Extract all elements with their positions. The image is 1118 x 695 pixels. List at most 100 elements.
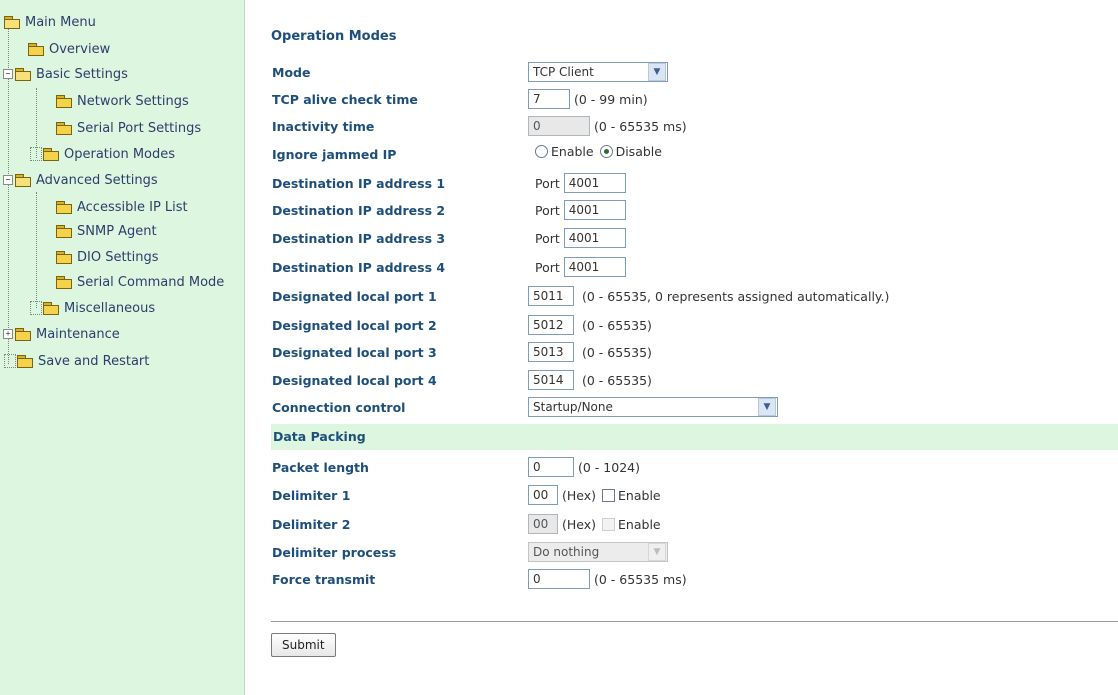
row-destination-ip-1: Destination IP address 1 Port 4001 bbox=[245, 172, 1118, 198]
selection-marker bbox=[30, 301, 42, 315]
destination-ip-3-port-label: Port bbox=[535, 230, 560, 246]
row-force-transmit: Force transmit 0 (0 - 65535 ms) bbox=[245, 568, 1118, 594]
sidebar-item-serial-port-settings[interactable]: Serial Port Settings bbox=[56, 117, 201, 139]
ignore-jammed-enable-label: Enable bbox=[551, 144, 594, 159]
sidebar-item-serial-command-mode[interactable]: Serial Command Mode bbox=[56, 271, 224, 293]
sidebar-item-advanced-settings[interactable]: − Advanced Settings bbox=[3, 169, 158, 191]
sidebar-item-overview[interactable]: Overview bbox=[28, 38, 110, 60]
inactivity-input: 0 bbox=[528, 116, 590, 136]
ignore-jammed-label: Ignore jammed IP bbox=[272, 147, 397, 162]
delimiter-1-enable-label: Enable bbox=[618, 487, 661, 503]
tree-line bbox=[36, 192, 37, 308]
tree-collapse-icon[interactable]: − bbox=[3, 69, 13, 79]
destination-ip-4-port-input[interactable]: 4001 bbox=[563, 257, 626, 277]
tree-collapse-icon[interactable]: − bbox=[3, 175, 13, 185]
force-transmit-label: Force transmit bbox=[272, 572, 376, 587]
data-packing-section: Data Packing bbox=[271, 424, 1118, 450]
sidebar-item-operation-modes[interactable]: Operation Modes bbox=[30, 143, 175, 165]
delimiter-1-input[interactable]: 00 bbox=[528, 485, 558, 505]
folder-icon bbox=[56, 95, 72, 108]
tcp-alive-input[interactable]: 7 bbox=[528, 89, 570, 109]
destination-ip-1-port-input[interactable]: 4001 bbox=[563, 173, 626, 193]
row-mode: Mode TCP Client ▼ bbox=[245, 61, 1118, 87]
row-local-port-2: Designated local port 2 5012 (0 - 65535) bbox=[245, 314, 1118, 340]
dropdown-arrow-icon[interactable]: ▼ bbox=[648, 63, 666, 81]
page-title: Operation Modes bbox=[271, 29, 397, 44]
row-destination-ip-2: Destination IP address 2 Port 4001 bbox=[245, 199, 1118, 225]
destination-ip-4-port-label: Port bbox=[535, 259, 560, 275]
destination-ip-4-label: Destination IP address 4 bbox=[272, 260, 446, 275]
delimiter-process-label: Delimiter process bbox=[272, 545, 397, 560]
mode-select[interactable]: TCP Client ▼ bbox=[528, 62, 668, 82]
sidebar-tree: Main Menu Overview − Basic Settings Netw… bbox=[0, 0, 245, 695]
open-folder-icon bbox=[4, 16, 20, 29]
sidebar-item-maintenance[interactable]: + Maintenance bbox=[3, 323, 120, 345]
sidebar-item-miscellaneous[interactable]: Miscellaneous bbox=[30, 297, 155, 319]
destination-ip-1-port-label: Port bbox=[535, 175, 560, 191]
data-packing-heading: Data Packing bbox=[273, 429, 366, 444]
sidebar-item-snmp-agent[interactable]: SNMP Agent bbox=[56, 220, 157, 242]
force-transmit-hint: (0 - 65535 ms) bbox=[594, 571, 687, 587]
ignore-jammed-enable-radio[interactable] bbox=[535, 145, 548, 158]
connection-control-select[interactable]: Startup/None ▼ bbox=[528, 397, 778, 417]
destination-ip-3-port-input[interactable]: 4001 bbox=[563, 228, 626, 248]
row-local-port-3: Designated local port 3 5013 (0 - 65535) bbox=[245, 341, 1118, 367]
row-local-port-1: Designated local port 1 5011 (0 - 65535,… bbox=[245, 285, 1118, 311]
open-folder-icon bbox=[15, 68, 31, 81]
sidebar-root-main-menu[interactable]: Main Menu bbox=[4, 11, 96, 33]
delimiter-2-enable-label: Enable bbox=[618, 516, 661, 532]
sidebar-item-accessible-ip-list[interactable]: Accessible IP List bbox=[56, 196, 188, 218]
local-port-3-input[interactable]: 5013 bbox=[528, 342, 574, 362]
packet-length-label: Packet length bbox=[272, 460, 369, 475]
row-ignore-jammed: Ignore jammed IP Enable Disable bbox=[245, 143, 1118, 169]
folder-icon bbox=[56, 276, 72, 289]
destination-ip-2-port-input[interactable]: 4001 bbox=[563, 200, 626, 220]
ignore-jammed-disable-radio[interactable] bbox=[599, 145, 613, 158]
local-port-3-hint: (0 - 65535) bbox=[582, 344, 652, 360]
local-port-4-label: Designated local port 4 bbox=[272, 373, 437, 388]
local-port-1-input[interactable]: 5011 bbox=[528, 286, 574, 306]
local-port-1-hint: (0 - 65535, 0 represents assigned automa… bbox=[582, 288, 890, 304]
row-packet-length: Packet length 0 (0 - 1024) bbox=[245, 456, 1118, 482]
delimiter-2-hex-label: (Hex) bbox=[562, 516, 597, 532]
delimiter-1-label: Delimiter 1 bbox=[272, 488, 351, 503]
submit-button[interactable]: Submit bbox=[271, 633, 336, 657]
packet-length-input[interactable]: 0 bbox=[528, 457, 574, 477]
row-local-port-4: Designated local port 4 5014 (0 - 65535) bbox=[245, 369, 1118, 395]
local-port-2-input[interactable]: 5012 bbox=[528, 315, 574, 335]
inactivity-hint: (0 - 65535 ms) bbox=[594, 118, 687, 134]
ignore-jammed-disable-label: Disable bbox=[615, 144, 662, 159]
delimiter-1-hex-label: (Hex) bbox=[562, 487, 597, 503]
row-delimiter-1: Delimiter 1 00 (Hex) Enable bbox=[245, 484, 1118, 510]
row-delimiter-2: Delimiter 2 00 (Hex) Enable bbox=[245, 513, 1118, 539]
local-port-4-input[interactable]: 5014 bbox=[528, 370, 574, 390]
sidebar-item-dio-settings[interactable]: DIO Settings bbox=[56, 246, 159, 268]
delimiter-2-input: 00 bbox=[528, 514, 558, 534]
delimiter-2-enable-checkbox bbox=[602, 517, 616, 531]
local-port-4-hint: (0 - 65535) bbox=[582, 372, 652, 388]
destination-ip-2-label: Destination IP address 2 bbox=[272, 203, 446, 218]
delimiter-2-label: Delimiter 2 bbox=[272, 517, 351, 532]
folder-icon bbox=[43, 302, 59, 315]
main-panel: Operation Modes Mode TCP Client ▼ TCP al… bbox=[245, 0, 1118, 695]
sidebar-item-save-and-restart[interactable]: Save and Restart bbox=[4, 350, 149, 372]
tree-expand-icon[interactable]: + bbox=[3, 329, 13, 339]
local-port-1-label: Designated local port 1 bbox=[272, 289, 437, 304]
destination-ip-2-port-label: Port bbox=[535, 202, 560, 218]
row-delimiter-process: Delimiter process Do nothing ▼ bbox=[245, 541, 1118, 567]
packet-length-hint: (0 - 1024) bbox=[578, 459, 640, 475]
tcp-alive-hint: (0 - 99 min) bbox=[574, 91, 648, 107]
connection-control-label: Connection control bbox=[272, 400, 406, 415]
folder-icon bbox=[15, 328, 31, 341]
delimiter-1-enable-checkbox[interactable] bbox=[602, 488, 616, 502]
row-connection-control: Connection control Startup/None ▼ bbox=[245, 396, 1118, 422]
folder-icon bbox=[56, 225, 72, 238]
sidebar-item-network-settings[interactable]: Network Settings bbox=[56, 90, 189, 112]
sidebar-item-basic-settings[interactable]: − Basic Settings bbox=[3, 63, 128, 85]
force-transmit-input[interactable]: 0 bbox=[528, 569, 590, 589]
selection-marker bbox=[30, 147, 42, 161]
local-port-2-hint: (0 - 65535) bbox=[582, 317, 652, 333]
destination-ip-1-label: Destination IP address 1 bbox=[272, 176, 446, 191]
folder-icon bbox=[17, 355, 33, 368]
dropdown-arrow-icon[interactable]: ▼ bbox=[758, 398, 776, 416]
